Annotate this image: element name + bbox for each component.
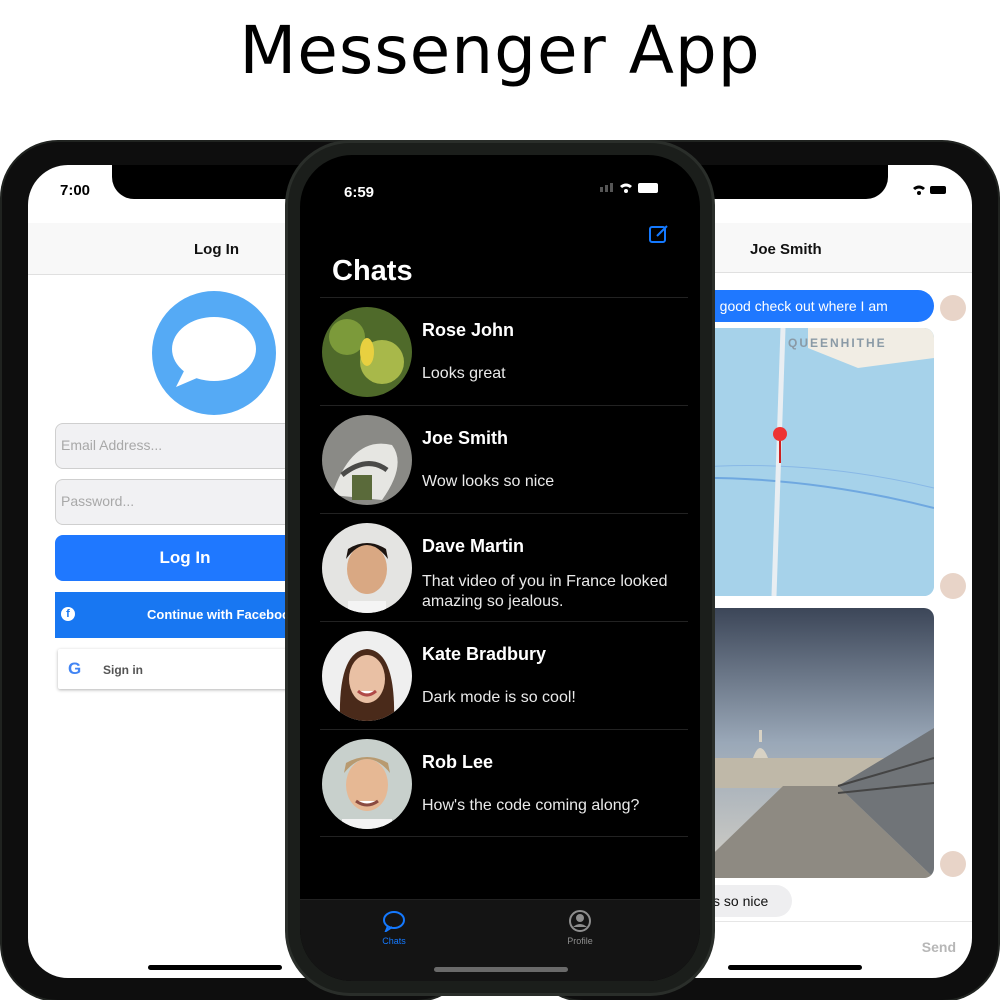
chat-preview: How's the code coming along?: [422, 797, 640, 814]
tab-label: Profile: [567, 936, 593, 946]
chat-preview: Wow looks so nice: [422, 473, 555, 490]
home-indicator: [434, 967, 568, 972]
chat-name: Rob Lee: [422, 752, 494, 772]
chat-name: Kate Bradbury: [422, 644, 547, 664]
home-indicator: [148, 965, 282, 970]
google-icon: G: [68, 659, 82, 678]
chats-phone-frame: 6:59 Chats Rose John Looks great Joe Smi…: [288, 143, 712, 993]
chats-title: Chats: [332, 255, 413, 287]
map-place-label: QUEENHITHE: [788, 336, 887, 350]
map-graphic: [688, 328, 934, 596]
chat-row[interactable]: Kate Bradbury Dark mode is so cool!: [320, 621, 688, 729]
facebook-button-label: Continue with Facebook: [147, 607, 298, 622]
status-time: 6:59: [344, 184, 375, 201]
location-map-message[interactable]: QUEENHITHE ps: [688, 328, 934, 596]
nav-title: Log In: [194, 241, 239, 258]
chat-preview: That video of you in France looked amazi…: [422, 573, 668, 610]
login-button[interactable]: Log In: [55, 535, 315, 581]
chat-preview: Looks great: [422, 365, 506, 382]
chat-row[interactable]: Joe Smith Wow looks so nice: [320, 405, 688, 513]
chat-name: Dave Martin: [422, 536, 525, 556]
google-button-label: Sign in: [103, 663, 143, 677]
status-time: 7:00: [60, 182, 91, 199]
chat-list: Rose John Looks great Joe Smith Wow look…: [320, 297, 688, 837]
facebook-icon: f: [61, 607, 75, 621]
chat-preview: Dark mode is so cool!: [422, 689, 576, 706]
chat-row[interactable]: Rob Lee How's the code coming along?: [320, 729, 688, 837]
tab-profile[interactable]: Profile: [540, 910, 620, 946]
chat-name: Joe Smith: [422, 428, 509, 448]
avatar: [322, 739, 412, 829]
conversation-title: Joe Smith: [750, 241, 822, 258]
avatar: [322, 523, 412, 613]
google-signin-button[interactable]: G Sign in: [58, 649, 314, 689]
tab-chats[interactable]: Chats: [354, 910, 434, 946]
status-icons: [600, 183, 658, 193]
app-logo: [152, 291, 276, 415]
chat-row[interactable]: Dave Martin That video of you in France …: [320, 513, 688, 621]
avatar: [322, 415, 412, 505]
chat-bubble-icon: [383, 911, 405, 934]
send-button[interactable]: Send: [922, 939, 956, 955]
compose-icon[interactable]: [648, 223, 670, 245]
wifi-battery-icon: [913, 185, 946, 195]
facebook-login-button[interactable]: f Continue with Facebook: [55, 592, 315, 638]
speech-bubble-icon: [172, 317, 256, 387]
chat-name: Rose John: [422, 320, 515, 340]
tab-bar: Chats Profile: [300, 899, 700, 981]
page-title: Messenger App: [239, 12, 761, 89]
password-field[interactable]: Password...: [55, 479, 315, 525]
avatar: [322, 631, 412, 721]
tab-label: Chats: [382, 936, 406, 946]
photo-message[interactable]: [688, 608, 934, 878]
chats-screen: 6:59 Chats Rose John Looks great Joe Smi…: [300, 155, 700, 981]
person-circle-icon: [569, 910, 591, 932]
chat-row[interactable]: Rose John Looks great: [320, 297, 688, 405]
sender-avatar: [940, 295, 966, 321]
avatar: [322, 307, 412, 397]
bridge-photo: [688, 608, 934, 878]
email-field[interactable]: Email Address...: [55, 423, 315, 469]
home-indicator: [728, 965, 862, 970]
sent-message-bubble[interactable]: g good check out where I am: [684, 290, 934, 322]
sender-avatar: [940, 851, 966, 877]
sender-avatar: [940, 573, 966, 599]
